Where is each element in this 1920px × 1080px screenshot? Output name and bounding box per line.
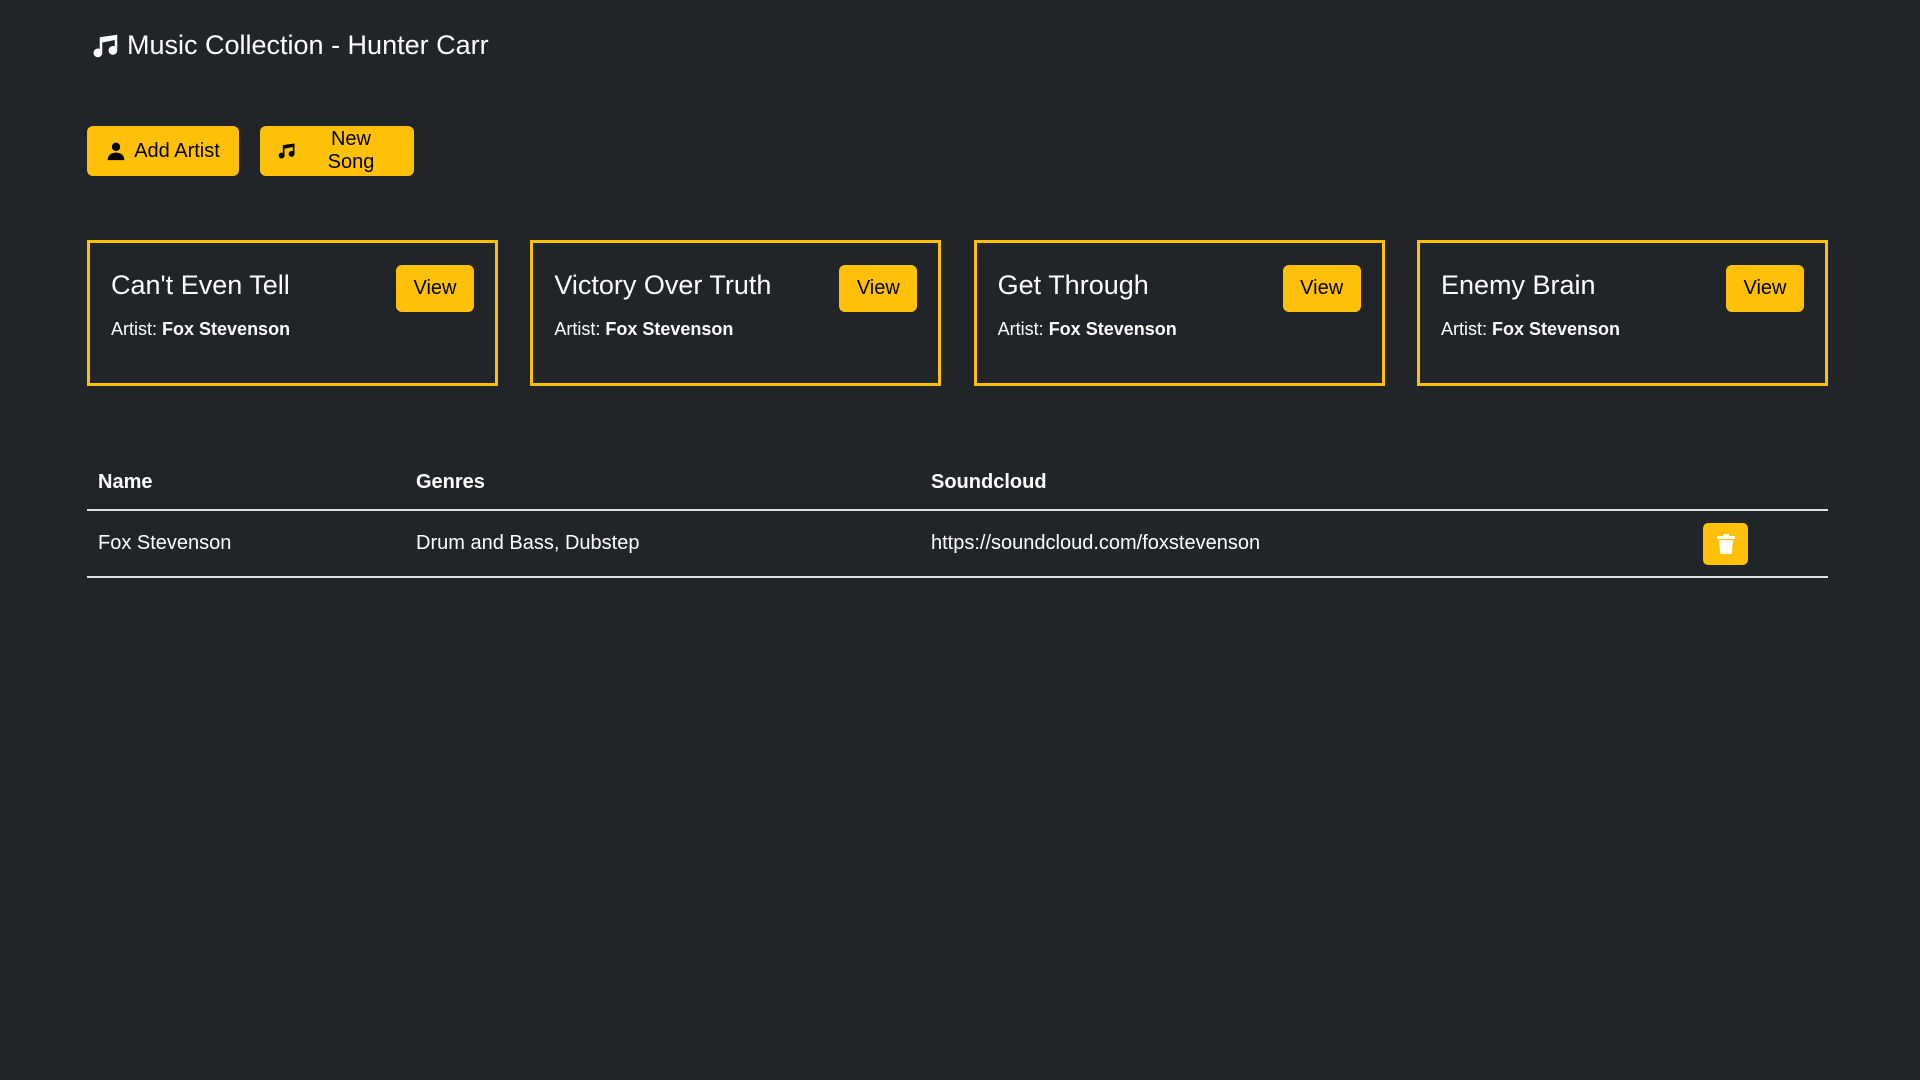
artist-name-cell: Fox Stevenson: [87, 510, 405, 578]
song-artist: Artist: Fox Stevenson: [554, 319, 733, 340]
song-title: Victory Over Truth: [554, 270, 772, 300]
song-card: Victory Over Truth Artist: Fox Stevenson…: [530, 240, 942, 386]
column-header-actions: [1692, 456, 1828, 511]
view-song-button[interactable]: View: [839, 265, 918, 312]
page-title: Music Collection - Hunter Carr: [91, 30, 489, 61]
artist-soundcloud-cell: https://soundcloud.com/foxstevenson: [920, 510, 1692, 578]
artist-prefix: Artist:: [111, 319, 158, 339]
table-header-row: Name Genres Soundcloud: [87, 456, 1828, 511]
view-song-button[interactable]: View: [1282, 265, 1361, 312]
page: Music Collection - Hunter Carr Add Artis…: [0, 0, 1920, 1080]
song-card: Get Through Artist: Fox Stevenson View: [973, 240, 1385, 386]
song-card: Enemy Brain Artist: Fox Stevenson View: [1416, 240, 1828, 386]
artist-name: Fox Stevenson: [1048, 319, 1177, 339]
trash-icon: [1716, 533, 1735, 554]
song-title: Get Through: [997, 270, 1149, 300]
song-artist: Artist: Fox Stevenson: [111, 319, 290, 340]
new-song-label: New Song: [327, 128, 375, 173]
column-header-genres: Genres: [405, 456, 920, 511]
song-card: Can't Even Tell Artist: Fox Stevenson Vi…: [87, 240, 498, 386]
song-artist: Artist: Fox Stevenson: [998, 319, 1177, 340]
delete-artist-button[interactable]: [1703, 522, 1748, 565]
column-header-soundcloud: Soundcloud: [920, 456, 1692, 511]
add-artist-button[interactable]: Add Artist: [87, 126, 239, 176]
song-artist: Artist: Fox Stevenson: [1441, 319, 1620, 340]
page-title-text: Music Collection - Hunter Carr: [127, 30, 489, 60]
new-song-button[interactable]: New Song: [260, 126, 414, 176]
person-icon: [106, 141, 126, 161]
song-cards: Can't Even Tell Artist: Fox Stevenson Vi…: [87, 240, 1828, 386]
artist-name: Fox Stevenson: [162, 319, 291, 339]
artists-table: Name Genres Soundcloud Fox Stevenson Dru…: [87, 456, 1828, 578]
artist-prefix: Artist:: [1440, 319, 1487, 339]
song-title: Enemy Brain: [1440, 270, 1596, 300]
music-note-icon: [91, 31, 121, 61]
artist-actions-cell: [1692, 510, 1828, 578]
view-song-button[interactable]: View: [1725, 265, 1804, 312]
view-song-button[interactable]: View: [396, 265, 474, 312]
song-title: Can't Even Tell: [111, 270, 290, 300]
artist-prefix: Artist:: [997, 319, 1044, 339]
table-row: Fox Stevenson Drum and Bass, Dubstep htt…: [87, 510, 1828, 578]
artist-genres-cell: Drum and Bass, Dubstep: [405, 510, 920, 578]
artist-prefix: Artist:: [554, 319, 601, 339]
artist-name: Fox Stevenson: [605, 319, 734, 339]
artist-name: Fox Stevenson: [1492, 319, 1621, 339]
add-artist-label: Add Artist: [134, 139, 220, 162]
action-bar: Add Artist New Song: [87, 126, 414, 176]
music-note-icon: [277, 141, 297, 161]
column-header-name: Name: [87, 456, 405, 511]
